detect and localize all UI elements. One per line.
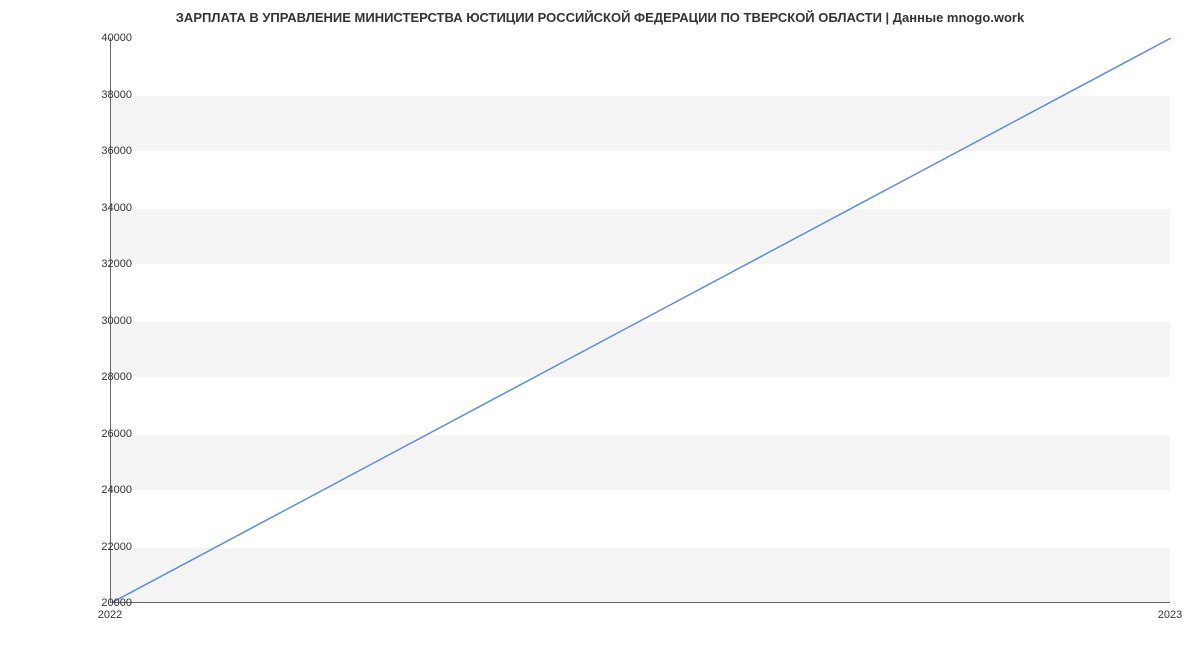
chart-title: ЗАРПЛАТА В УПРАВЛЕНИЕ МИНИСТЕРСТВА ЮСТИЦ… (0, 0, 1200, 30)
y-tick-label: 28000 (72, 371, 132, 383)
y-tick-label: 34000 (72, 202, 132, 214)
x-tick-label: 2023 (1158, 609, 1182, 621)
y-tick-label: 22000 (72, 541, 132, 553)
y-tick-label: 26000 (72, 428, 132, 440)
grid-line (111, 603, 1170, 604)
y-tick-label: 30000 (72, 315, 132, 327)
y-tick-label: 36000 (72, 145, 132, 157)
y-tick-label: 40000 (72, 32, 132, 44)
chart-line (111, 38, 1171, 603)
chart-container (110, 38, 1170, 603)
y-tick-label: 24000 (72, 484, 132, 496)
y-tick-label: 20000 (72, 597, 132, 609)
x-tick-label: 2022 (98, 609, 122, 621)
y-tick-label: 38000 (72, 89, 132, 101)
y-tick-label: 32000 (72, 258, 132, 270)
plot-area (110, 38, 1170, 603)
